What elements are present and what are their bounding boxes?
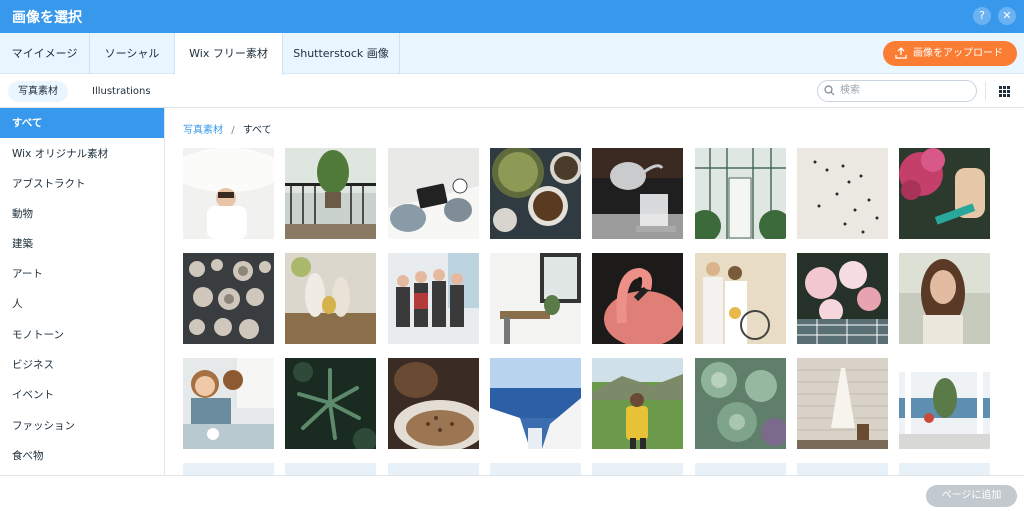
sidebar-item-business[interactable]: ビジネス <box>0 350 164 380</box>
upload-button-label: 画像をアップロード <box>913 48 1003 59</box>
sidebar-item-architecture[interactable]: 建築 <box>0 229 164 259</box>
breadcrumb-parent-link[interactable]: 写真素材 <box>183 125 223 136</box>
title-bar: 画像を選択 ? ✕ <box>0 0 1024 33</box>
sidebar-item-all[interactable]: すべて <box>0 108 164 138</box>
image-thumbnail[interactable] <box>695 463 786 475</box>
image-thumbnail[interactable] <box>899 253 990 344</box>
sidebar-item-art[interactable]: アート <box>0 259 164 289</box>
image-thumbnail[interactable] <box>490 148 581 239</box>
image-thumbnail[interactable] <box>592 253 683 344</box>
search-icon <box>824 85 835 96</box>
image-thumbnail[interactable] <box>797 463 888 475</box>
image-thumbnail[interactable] <box>183 463 274 475</box>
tab-shutterstock[interactable]: Shutterstock 画像 <box>283 33 400 74</box>
sidebar-item-wix-original[interactable]: Wix オリジナル素材 <box>0 139 164 169</box>
source-tab-bar: マイイメージ ソーシャル Wix フリー素材 Shutterstock 画像 画… <box>0 33 1024 75</box>
image-thumbnail[interactable] <box>388 463 479 475</box>
upload-image-button[interactable]: 画像をアップロード <box>883 41 1017 66</box>
upload-icon <box>895 47 907 59</box>
breadcrumb: 写真素材 / すべて <box>183 121 272 136</box>
image-thumbnail[interactable] <box>490 358 581 449</box>
sidebar-item-food[interactable]: 食べ物 <box>0 441 164 471</box>
search-placeholder: 検索 <box>840 85 860 96</box>
sidebar-item-animals[interactable]: 動物 <box>0 199 164 229</box>
image-thumbnail[interactable] <box>797 253 888 344</box>
sidebar-item-monotone[interactable]: モノトーン <box>0 320 164 350</box>
image-thumbnail[interactable] <box>285 253 376 344</box>
dialog-title: 画像を選択 <box>12 10 82 26</box>
dialog-footer: ページに追加 <box>0 475 1024 511</box>
subtab-illustrations[interactable]: Illustrations <box>82 81 161 102</box>
tab-my-images[interactable]: マイイメージ <box>0 33 90 74</box>
image-thumbnail[interactable] <box>899 148 990 239</box>
breadcrumb-current: すべて <box>242 125 272 136</box>
image-thumbnail[interactable] <box>490 253 581 344</box>
subtab-photos[interactable]: 写真素材 <box>8 81 68 102</box>
add-to-page-button[interactable]: ページに追加 <box>926 485 1017 507</box>
image-thumbnail[interactable] <box>388 148 479 239</box>
grid-view-icon[interactable] <box>999 86 1010 97</box>
image-thumbnail[interactable] <box>388 358 479 449</box>
sidebar-item-events[interactable]: イベント <box>0 380 164 410</box>
media-type-bar: 写真素材 Illustrations 検索 <box>0 75 1024 108</box>
image-thumbnail[interactable] <box>183 148 274 239</box>
image-thumbnail[interactable] <box>388 253 479 344</box>
image-thumbnail[interactable] <box>899 358 990 449</box>
sidebar-item-fashion[interactable]: ファッション <box>0 411 164 441</box>
sidebar-item-people[interactable]: 人 <box>0 289 164 319</box>
tab-social[interactable]: ソーシャル <box>90 33 175 74</box>
image-thumbnail[interactable] <box>797 358 888 449</box>
image-thumbnail[interactable] <box>285 358 376 449</box>
help-icon[interactable]: ? <box>973 7 991 25</box>
image-thumbnail[interactable] <box>183 253 274 344</box>
image-thumbnail[interactable] <box>899 463 990 475</box>
image-thumbnail[interactable] <box>285 148 376 239</box>
category-sidebar: すべて Wix オリジナル素材 アブストラクト 動物 建築 アート 人 モノトー… <box>0 108 165 475</box>
image-thumbnail[interactable] <box>285 463 376 475</box>
image-thumbnail[interactable] <box>695 253 786 344</box>
tab-wix-free-media[interactable]: Wix フリー素材 <box>175 33 283 75</box>
search-input[interactable]: 検索 <box>817 80 977 102</box>
image-thumbnail[interactable] <box>592 148 683 239</box>
image-thumbnail[interactable] <box>592 358 683 449</box>
sidebar-item-abstract[interactable]: アブストラクト <box>0 169 164 199</box>
image-thumbnail[interactable] <box>183 358 274 449</box>
image-thumbnail[interactable] <box>797 148 888 239</box>
image-thumbnail[interactable] <box>490 463 581 475</box>
breadcrumb-separator: / <box>231 125 235 136</box>
image-thumbnail[interactable] <box>695 358 786 449</box>
close-icon[interactable]: ✕ <box>998 7 1016 25</box>
divider <box>985 82 986 100</box>
image-thumbnail[interactable] <box>592 463 683 475</box>
image-thumbnail[interactable] <box>695 148 786 239</box>
